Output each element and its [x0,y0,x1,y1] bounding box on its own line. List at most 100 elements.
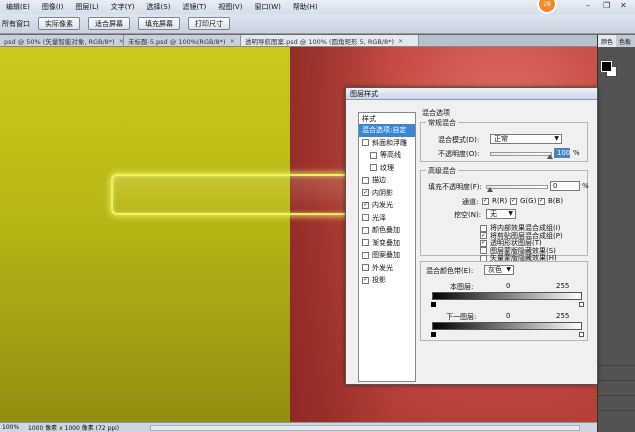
dialog-title: 图层样式 [350,89,378,98]
underlying-layer-gradient[interactable] [432,322,582,330]
style-item[interactable]: 图案叠加 [359,249,415,262]
style-item[interactable]: 混合选项:自定 [359,124,415,137]
fill-opacity-input[interactable]: 0 [550,181,580,191]
menu-item[interactable]: 窗口(W) [248,2,286,12]
opacity-input[interactable]: 100 [554,148,570,158]
chevron-down-icon: ▼ [506,266,511,273]
fill-opacity-slider[interactable] [486,185,548,192]
close-tab-icon[interactable]: × [230,37,235,45]
opacity-slider[interactable] [490,152,553,159]
channel-r[interactable]: ✓ R(R) [482,197,507,205]
style-item[interactable]: 纹理 [359,162,415,175]
checkbox[interactable] [362,214,369,222]
blend-if-select[interactable]: 灰色 ▼ [484,265,514,275]
channel-label: G(G) [520,197,537,205]
style-item-label: 内发光 [372,201,393,210]
checkbox[interactable] [362,239,369,247]
blend-mode-value: 正常 [494,135,508,143]
opacity-slider-thumb[interactable] [547,154,553,159]
checkbox[interactable]: ✓ [362,189,369,197]
foreground-color-swatch[interactable] [601,61,612,72]
checkbox[interactable] [362,264,369,272]
checkbox[interactable] [362,226,369,234]
style-item[interactable]: 光泽 [359,212,415,225]
channels-label: 通道: [462,198,479,206]
tab-color[interactable]: 颜色 [598,35,617,47]
tab-swatches[interactable]: 色板 [616,37,634,46]
channel-b[interactable]: ✓ B(B) [538,197,563,205]
print-size-button[interactable]: 打印尺寸 [188,17,230,30]
styles-header[interactable]: 样式 [359,113,415,124]
underlying-layer-max: 255 [556,312,570,320]
menu-item[interactable]: 图像(I) [36,2,70,12]
underlying-layer-black-thumb[interactable] [431,332,436,337]
tab-document-1[interactable]: psd @ 50% (矢量智能对象, RGB/8*) × [0,35,124,46]
menu-item[interactable]: 视图(V) [212,2,248,12]
blending-options-title: 混合选项 [422,109,450,117]
close-icon[interactable]: ✕ [620,1,627,10]
style-item[interactable]: ✓ 内阴影 [359,187,415,200]
all-windows-label: 所有窗口 [2,19,30,28]
style-item[interactable]: 外发光 [359,262,415,275]
close-tab-icon[interactable]: × [398,37,403,45]
style-item[interactable]: 颜色叠加 [359,224,415,237]
style-item[interactable]: 斜面和浮雕 [359,137,415,150]
style-item[interactable]: ✓ 投影 [359,274,415,287]
blend-mode-select[interactable]: 正常 ▼ [490,134,562,144]
layer-row[interactable] [598,365,635,374]
fill-screen-button[interactable]: 填充屏幕 [138,17,180,30]
knockout-select[interactable]: 无 ▼ [486,209,516,219]
rounded-rectangle-shape[interactable] [111,174,356,215]
layer-row[interactable] [598,380,635,389]
minimize-icon[interactable]: – [586,1,590,10]
green-background-area [0,47,290,422]
layer-row[interactable] [598,395,635,404]
checkbox[interactable]: ✓ [362,201,369,209]
this-layer-max: 255 [556,282,570,290]
menu-item[interactable]: 滤镜(T) [176,2,212,12]
horizontal-scrollbar[interactable] [150,425,580,431]
fill-opacity-slider-thumb[interactable] [487,187,493,192]
checkbox[interactable] [362,251,369,259]
layer-row[interactable] [598,410,635,419]
restore-icon[interactable]: ❐ [603,1,610,10]
underlying-layer-white-thumb[interactable] [579,332,584,337]
checkbox[interactable]: ✓ [510,197,517,205]
knockout-value: 无 [490,210,497,218]
blending-options-panel: 混合选项 常规混合 混合模式(D): 正常 ▼ 不透明度(O): 100 % 高级… [420,108,589,378]
right-panel: 颜色 色板 [597,35,635,432]
checkbox[interactable]: ✓ [362,276,369,284]
checkbox[interactable]: ✓ [538,197,545,205]
style-item[interactable]: ✓ 内发光 [359,199,415,212]
checkbox[interactable]: ✓ [482,197,489,205]
actual-pixels-button[interactable]: 实际像素 [38,17,80,30]
this-layer-gradient[interactable] [432,292,582,300]
this-layer-white-thumb[interactable] [579,302,584,307]
fill-opacity-label: 填充不透明度(F): [428,183,482,191]
document-info[interactable]: 1000 像素 x 1000 像素 (72 ppi) [24,423,119,432]
opacity-unit: % [573,149,580,157]
this-layer-label: 本图层: [450,283,474,291]
tab-document-2[interactable]: 未标题-5.psd @ 100%(RGB/8*) × [124,35,241,46]
style-item-label: 渐变叠加 [372,238,400,247]
style-item[interactable]: 等高线 [359,149,415,162]
checkbox[interactable] [362,176,369,184]
menu-item[interactable]: 选择(S) [141,2,177,12]
tab-document-3[interactable]: 透明导航图案.psd @ 100% (圆角矩形 5, RGB/8*) × [241,35,419,46]
menu-item[interactable]: 图层(L) [69,2,104,12]
general-blending-title: 常规混合 [426,118,458,128]
channel-g[interactable]: ✓ G(G) [510,197,536,205]
this-layer-black-thumb[interactable] [431,302,436,307]
menu-item[interactable]: 编辑(E) [0,2,36,12]
checkbox[interactable] [370,151,377,159]
style-item[interactable]: 渐变叠加 [359,237,415,250]
fit-screen-button[interactable]: 适合屏幕 [88,17,130,30]
checkbox[interactable] [362,139,369,147]
style-item-label: 光泽 [372,213,386,222]
menu-item[interactable]: 文字(Y) [105,2,141,12]
style-item[interactable]: 描边 [359,174,415,187]
dialog-title-bar[interactable]: 图层样式 [346,88,597,100]
zoom-level[interactable]: 100% [0,424,24,431]
menu-item[interactable]: 帮助(H) [287,2,324,12]
checkbox[interactable] [370,164,377,172]
